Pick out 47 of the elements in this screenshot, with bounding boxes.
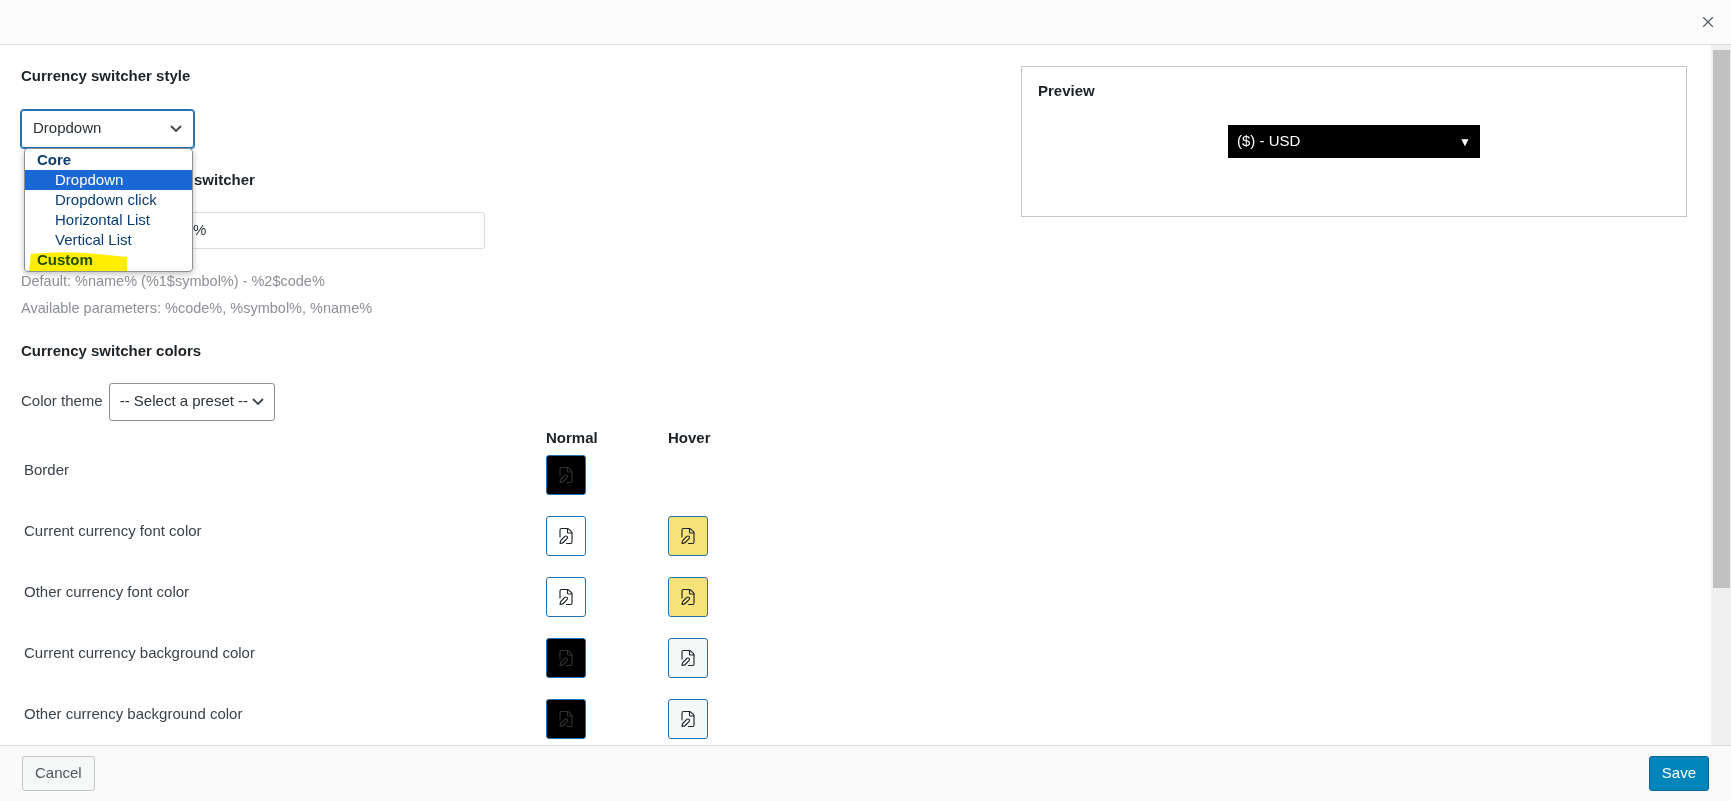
dropdown-option[interactable]: Vertical List	[25, 229, 192, 250]
row-label: Current currency background color	[24, 644, 255, 661]
file-edit-icon	[557, 466, 575, 484]
column-header: Hover	[668, 427, 711, 448]
color-swatch[interactable]	[546, 455, 586, 495]
file-edit-icon	[557, 649, 575, 667]
color-swatch[interactable]	[546, 516, 586, 556]
file-edit-icon	[557, 527, 575, 545]
save-button[interactable]: Save	[1648, 756, 1709, 791]
section-heading: Currency switcher colors	[21, 341, 203, 361]
help-text: Available parameters: %code%, %symbol%, %name%	[21, 299, 374, 319]
theme-select[interactable]: -- Select a preset --	[108, 382, 276, 421]
row-label: Current currency font color	[24, 522, 202, 539]
dropdown-option[interactable]: Dropdown	[25, 169, 192, 190]
dropdown-option[interactable]: Dropdown click	[25, 189, 192, 210]
chevron-down-icon	[252, 398, 265, 405]
section-heading: switcher	[194, 170, 255, 188]
color-swatch[interactable]	[546, 638, 586, 678]
color-swatch[interactable]	[546, 699, 586, 739]
color-theme-label: Color theme	[21, 391, 103, 412]
file-edit-icon	[679, 649, 697, 667]
option-group-label: Core	[37, 150, 72, 168]
currency-switcher[interactable]: ($) - USD ▼	[1228, 125, 1480, 158]
color-swatch[interactable]	[668, 577, 708, 617]
color-swatch[interactable]	[668, 516, 708, 556]
preview-title: Preview	[1038, 82, 1095, 99]
column-header: Normal	[546, 427, 598, 448]
template-input[interactable]: %	[193, 211, 485, 249]
row-label: Border	[24, 461, 70, 478]
chevron-down-icon	[170, 125, 182, 132]
style-select[interactable]: Dropdown	[21, 109, 194, 148]
file-edit-icon	[679, 527, 697, 545]
row-label: Other currency background color	[24, 705, 243, 722]
color-swatch[interactable]	[546, 577, 586, 617]
cancel-button[interactable]: Cancel	[22, 756, 95, 791]
color-swatch[interactable]	[668, 699, 708, 739]
section-heading: Currency switcher style	[21, 66, 192, 86]
dropdown-arrow: ▼	[1459, 133, 1471, 151]
color-swatch[interactable]	[668, 638, 708, 678]
file-edit-icon	[679, 588, 697, 606]
dropdown-option[interactable]: Horizontal List	[25, 209, 192, 230]
file-edit-icon	[557, 710, 575, 728]
option-group-label: Custom	[37, 250, 93, 268]
row-label: Other currency font color	[24, 583, 190, 600]
help-text: Default: %name% (%1$symbol%) - %2$code%	[21, 271, 326, 291]
file-edit-icon	[557, 588, 575, 606]
file-edit-icon	[679, 710, 697, 728]
